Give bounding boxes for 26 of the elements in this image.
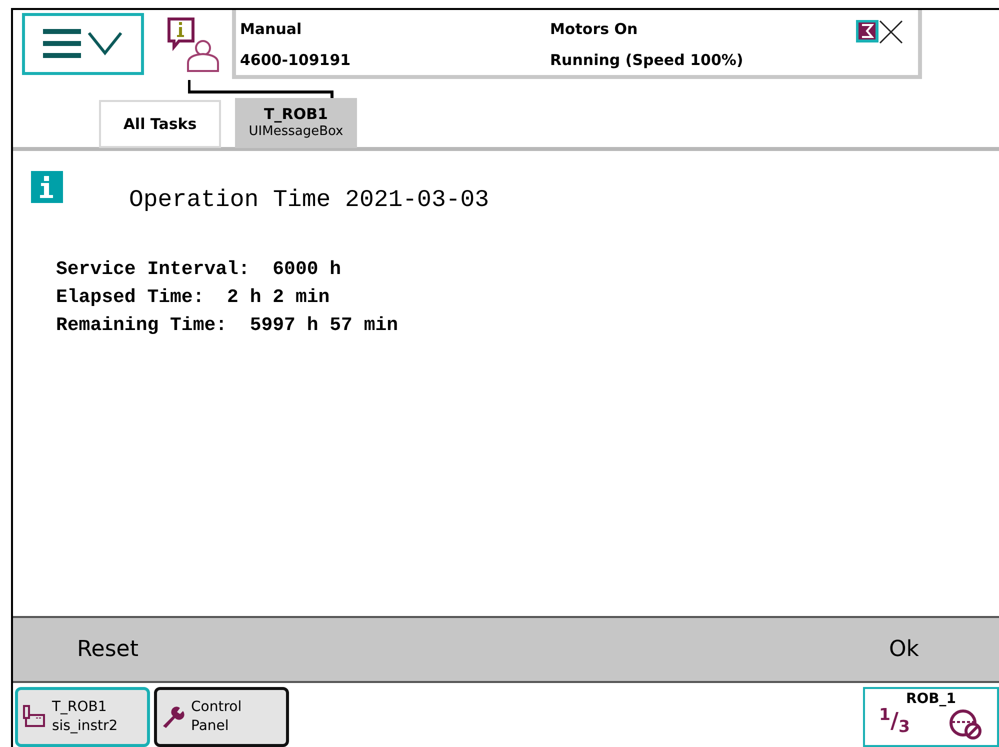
quickset-button[interactable]: ROB_1 $^{1}$/$_{3}$ [863, 687, 999, 747]
mode-text: Manual [240, 19, 303, 40]
motors-state: Motors On [550, 19, 639, 40]
info-icon [31, 171, 63, 203]
taskbar-button[interactable]: Control Panel [154, 687, 289, 747]
increment-text: $^{1}$/$_{3}$ [879, 708, 910, 738]
message-line: Remaining Time: 5997 h 57 min [56, 313, 398, 338]
message-title: Operation Time 2021-03-03 [129, 186, 490, 216]
coordinate-icon [949, 708, 983, 740]
taskbar-button[interactable]: T_ROB1 sis_instr2 [15, 687, 150, 747]
system-name: 4600-109191 [240, 50, 352, 70]
mechanical-unit: ROB_1 [906, 690, 956, 708]
ok-button[interactable]: Ok [808, 618, 999, 681]
wrench-icon [161, 705, 185, 729]
event-log-icon[interactable] [166, 16, 222, 72]
reset-button[interactable]: Reset [13, 618, 202, 681]
run-state: Running (Speed 100%) [550, 50, 744, 70]
task-tab[interactable]: All Tasks [99, 100, 221, 148]
menu-button[interactable] [22, 13, 144, 75]
message-line: Service Interval: 6000 h [56, 257, 342, 282]
message-line: Elapsed Time: 2 h 2 min [56, 285, 331, 310]
status-panel[interactable]: Manual 4600-109191 Motors On Running (Speed 100%) [232, 10, 922, 79]
status-icons [856, 20, 904, 44]
task-tab[interactable]: T_ROB1 UIMessageBox [235, 98, 357, 148]
menu-icon [43, 27, 123, 61]
program-icon [22, 705, 46, 729]
